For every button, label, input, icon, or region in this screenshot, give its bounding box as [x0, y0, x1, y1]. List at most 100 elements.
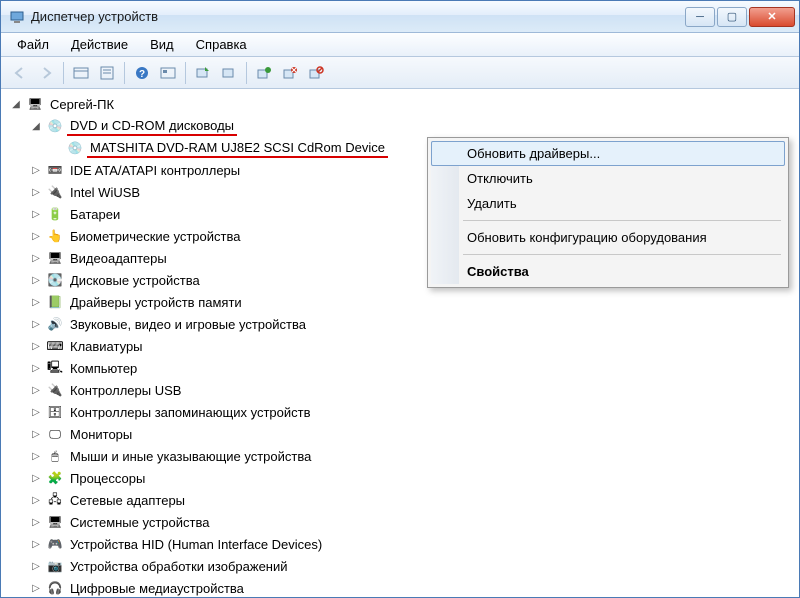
disc-drive-icon: 💿 — [66, 140, 84, 156]
expand-icon[interactable]: ▷ — [29, 185, 43, 199]
tree-category[interactable]: ▷🗄Контроллеры запоминающих устройств — [29, 401, 799, 423]
context-menu: Обновить драйверы...ОтключитьУдалить Обно… — [427, 137, 789, 288]
category-label: Мониторы — [67, 426, 135, 443]
keyboard-icon: ⌨ — [46, 338, 64, 354]
ide-icon: 📼 — [46, 162, 64, 178]
toolbar-separator — [185, 62, 186, 84]
expand-icon[interactable]: ▷ — [29, 427, 43, 441]
expand-icon[interactable]: ▷ — [29, 273, 43, 287]
root-label: Сергей-ПК — [47, 96, 117, 113]
close-button[interactable]: ✕ — [749, 7, 795, 27]
tree-category[interactable]: ▷📗Драйверы устройств памяти — [29, 291, 799, 313]
pc-icon: 🖳 — [46, 360, 64, 376]
collapse-icon[interactable]: ◢ — [9, 97, 23, 111]
tree-category[interactable]: ▷🎧Цифровые медиаустройства — [29, 577, 799, 597]
expand-icon[interactable]: ▷ — [29, 361, 43, 375]
toolbar-separator — [246, 62, 247, 84]
expand-icon[interactable]: ▷ — [29, 581, 43, 595]
expand-icon[interactable]: ▷ — [29, 537, 43, 551]
expand-icon[interactable]: ▷ — [29, 251, 43, 265]
forward-button[interactable] — [33, 60, 59, 86]
expand-icon[interactable]: ▷ — [29, 229, 43, 243]
uninstall-button[interactable] — [277, 60, 303, 86]
expand-icon[interactable]: ▷ — [29, 383, 43, 397]
tree-category[interactable]: ▷⌨Клавиатуры — [29, 335, 799, 357]
context-menu-item[interactable]: Обновить конфигурацию оборудования — [431, 225, 785, 250]
hid-icon: 🎮 — [46, 536, 64, 552]
usb-icon: 🔌 — [46, 184, 64, 200]
tree-category[interactable]: ▷🎮Устройства HID (Human Interface Device… — [29, 533, 799, 555]
category-label: Устройства HID (Human Interface Devices) — [67, 536, 325, 553]
imaging-icon: 📷 — [46, 558, 64, 574]
context-menu-item[interactable]: Отключить — [431, 166, 785, 191]
tree-category[interactable]: ▷🖥Системные устройства — [29, 511, 799, 533]
category-label: DVD и CD-ROM дисководы — [67, 117, 237, 136]
monitor-icon: 🖵 — [46, 426, 64, 442]
tree-category-dvd[interactable]: ◢💿DVD и CD-ROM дисководы — [29, 115, 799, 137]
expand-icon[interactable]: ▷ — [29, 207, 43, 221]
maximize-button[interactable]: ▢ — [717, 7, 747, 27]
usbctrl-icon: 🔌 — [46, 382, 64, 398]
minimize-button[interactable]: ─ — [685, 7, 715, 27]
context-menu-separator — [463, 220, 781, 221]
system-icon: 🖥 — [46, 514, 64, 530]
expand-icon[interactable]: ▷ — [29, 559, 43, 573]
tree-category[interactable]: ▷🖧Сетевые адаптеры — [29, 489, 799, 511]
category-label: Дисковые устройства — [67, 272, 203, 289]
tree-category[interactable]: ▷🔌Контроллеры USB — [29, 379, 799, 401]
context-menu-item[interactable]: Свойства — [431, 259, 785, 284]
category-label: Intel WiUSB — [67, 184, 143, 201]
context-menu-item[interactable]: Удалить — [431, 191, 785, 216]
tree-category[interactable]: ▷📷Устройства обработки изображений — [29, 555, 799, 577]
toolbar-icon[interactable] — [216, 60, 242, 86]
tree-root[interactable]: ◢ 🖥 Сергей-ПК — [9, 93, 799, 115]
collapse-icon[interactable]: ◢ — [29, 119, 43, 133]
device-manager-window: Диспетчер устройств ─ ▢ ✕ Файл Действие … — [0, 0, 800, 598]
show-hidden-button[interactable] — [68, 60, 94, 86]
toolbar-icon[interactable] — [155, 60, 181, 86]
tree-category[interactable]: ▷🔊Звуковые, видео и игровые устройства — [29, 313, 799, 335]
tree-category[interactable]: ▷🧩Процессоры — [29, 467, 799, 489]
window-buttons: ─ ▢ ✕ — [685, 7, 795, 27]
menu-action[interactable]: Действие — [61, 34, 138, 55]
category-label: Устройства обработки изображений — [67, 558, 291, 575]
expand-icon[interactable]: ▷ — [29, 339, 43, 353]
tree-pane[interactable]: ◢ 🖥 Сергей-ПК ◢💿DVD и CD-ROM дисководы▫💿… — [1, 89, 799, 597]
toolbar: ? — [1, 57, 799, 89]
network-icon: 🖧 — [46, 492, 64, 508]
menu-help[interactable]: Справка — [186, 34, 257, 55]
tree-category[interactable]: ▷🖳Компьютер — [29, 357, 799, 379]
category-label: Процессоры — [67, 470, 148, 487]
toolbar-separator — [63, 62, 64, 84]
menu-view[interactable]: Вид — [140, 34, 184, 55]
update-driver-button[interactable] — [251, 60, 277, 86]
expand-icon[interactable]: ▷ — [29, 471, 43, 485]
tree-category[interactable]: ▷🖵Мониторы — [29, 423, 799, 445]
mouse-icon: 🖱 — [46, 448, 64, 464]
disable-button[interactable] — [303, 60, 329, 86]
cpu-icon: 🧩 — [46, 470, 64, 486]
back-button[interactable] — [7, 60, 33, 86]
expand-icon[interactable]: ▷ — [29, 493, 43, 507]
category-label: IDE ATA/ATAPI контроллеры — [67, 162, 243, 179]
window-title: Диспетчер устройств — [31, 9, 685, 24]
scan-hardware-button[interactable] — [190, 60, 216, 86]
expand-icon[interactable]: ▷ — [29, 317, 43, 331]
menu-file[interactable]: Файл — [7, 34, 59, 55]
help-button[interactable]: ? — [129, 60, 155, 86]
context-menu-item[interactable]: Обновить драйверы... — [431, 141, 785, 166]
expand-icon[interactable]: ▷ — [29, 449, 43, 463]
device-label: MATSHITA DVD-RAM UJ8E2 SCSI CdRom Device — [87, 139, 388, 158]
expand-icon[interactable]: ▷ — [29, 163, 43, 177]
expand-icon[interactable]: ▷ — [29, 295, 43, 309]
properties-button[interactable] — [94, 60, 120, 86]
menubar: Файл Действие Вид Справка — [1, 33, 799, 57]
category-label: Батареи — [67, 206, 123, 223]
expand-icon[interactable]: ▷ — [29, 405, 43, 419]
svg-text:?: ? — [139, 69, 145, 80]
expand-icon[interactable]: ▷ — [29, 515, 43, 529]
category-label: Цифровые медиаустройства — [67, 580, 247, 597]
app-icon — [9, 9, 25, 25]
category-label: Контроллеры USB — [67, 382, 184, 399]
tree-category[interactable]: ▷🖱Мыши и иные указывающие устройства — [29, 445, 799, 467]
